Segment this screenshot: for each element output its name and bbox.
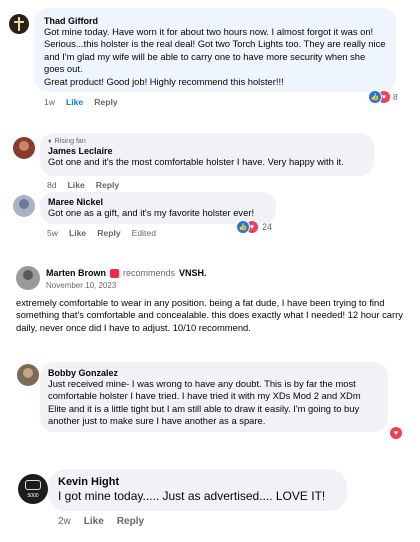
reaction-count: 24 xyxy=(262,222,273,232)
review-header: Marten Brown recommends VNSH. xyxy=(46,268,207,278)
avatar[interactable] xyxy=(13,195,35,217)
avatar[interactable]: 5000 xyxy=(18,474,48,504)
comment-bubble: Kevin Hight I got mine today..... Just a… xyxy=(48,469,347,511)
comment-actions: 1w Like Reply xyxy=(44,97,118,107)
reply-button[interactable]: Reply xyxy=(97,228,120,238)
like-reaction-icon: 👍 xyxy=(368,90,382,104)
avatar[interactable] xyxy=(13,137,35,159)
recommends-label: recommends xyxy=(123,268,176,278)
comment-time[interactable]: 1w xyxy=(44,97,55,107)
comment-text: Got one and it's the most comfortable ho… xyxy=(48,156,344,167)
avatar[interactable] xyxy=(17,364,39,386)
review-author[interactable]: Marten Brown xyxy=(46,268,106,278)
like-button[interactable]: Like xyxy=(68,180,85,190)
recommend-icon xyxy=(110,268,120,278)
love-reaction-icon: ♥ xyxy=(389,426,403,440)
reaction-summary[interactable]: 👍 ♥ 24 xyxy=(236,220,272,234)
reply-button[interactable]: Reply xyxy=(117,516,144,527)
comment-text: Got mine today. Have worn it for about t… xyxy=(44,26,386,87)
trophy-icon: ♦ xyxy=(48,138,52,145)
comment-author[interactable]: Bobby Gonzalez xyxy=(48,368,380,378)
comment-time[interactable]: 5w xyxy=(47,228,58,238)
reply-button[interactable]: Reply xyxy=(94,97,117,107)
comment-actions: 2w Like Reply xyxy=(58,516,144,527)
comment-text: I got mine today..... Just as advertised… xyxy=(58,489,326,503)
avatar[interactable] xyxy=(9,14,29,34)
like-button[interactable]: Like xyxy=(84,516,104,527)
edited-label: Edited xyxy=(131,228,156,238)
like-button[interactable]: Like xyxy=(69,228,86,238)
comment-bubble: ♦ Rising fan James Leclaire Got one and … xyxy=(40,133,374,176)
comment-bubble: Bobby Gonzalez Just received mine- I was… xyxy=(40,362,388,432)
comment-author[interactable]: Maree Nickel xyxy=(48,197,268,207)
comment-text: Just received mine- I was wrong to have … xyxy=(48,378,361,427)
like-button[interactable]: Like xyxy=(66,97,83,107)
review-date[interactable]: November 10, 2023 xyxy=(46,281,116,290)
comment-time[interactable]: 2w xyxy=(58,516,71,527)
avatar-label: 5000 xyxy=(27,493,39,499)
like-reaction-icon: 👍 xyxy=(236,220,250,234)
reply-button[interactable]: Reply xyxy=(96,180,119,190)
avatar[interactable] xyxy=(16,266,40,290)
comment-actions: 8d Like Reply xyxy=(47,180,119,190)
comment-author[interactable]: James Leclaire xyxy=(48,146,366,156)
reaction-summary[interactable]: ♥ xyxy=(389,426,403,440)
comment-author[interactable]: Thad Gifford xyxy=(44,16,386,26)
page-name-link[interactable]: VNSH. xyxy=(179,268,207,278)
comment-time[interactable]: 8d xyxy=(47,180,57,190)
comment-actions: 5w Like Reply Edited xyxy=(47,228,156,238)
reaction-count: 8 xyxy=(393,92,398,102)
rising-fan-badge: ♦ Rising fan xyxy=(48,138,86,145)
comment-text: Got one as a gift, and it's my favorite … xyxy=(48,207,255,218)
comment-bubble: Thad Gifford Got mine today. Have worn i… xyxy=(34,8,396,92)
reaction-summary[interactable]: 👍 ♥ 8 xyxy=(368,90,398,104)
review-text: extremely comfortable to wear in any pos… xyxy=(16,297,403,333)
comment-author[interactable]: Kevin Hight xyxy=(58,476,337,488)
